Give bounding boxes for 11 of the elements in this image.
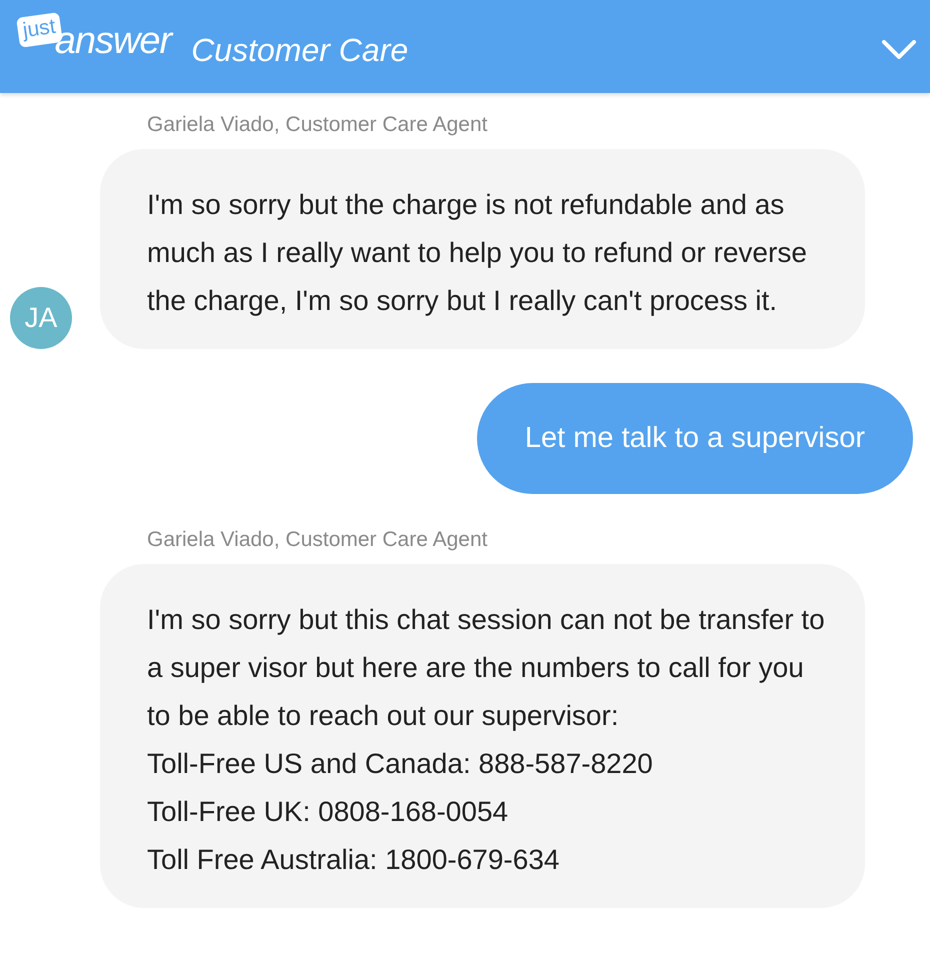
header-title: Customer Care: [191, 32, 408, 69]
collapse-chevron-icon[interactable]: [882, 40, 916, 60]
message-text: Toll-Free US and Canada: 888-587-8220: [147, 747, 654, 781]
message-text: I'm so sorry but this chat session can not be transfer to a super visor but here are the numbers to call for you to be able to reach out our supervisor:: [147, 603, 825, 733]
sender-name: Gariela Viado, Customer Care Agent: [147, 113, 488, 137]
message-text: I'm so sorry but the charge is not refundable and as much as I really want to help you to refund or reverse the charge, I'm so sorry but I really can't process it.: [147, 188, 808, 318]
message-text: Toll Free Australia: 1800-679-634: [147, 843, 560, 877]
sender-name: Gariela Viado, Customer Care Agent: [147, 528, 488, 552]
message-text: Toll-Free UK: 0808-168-0054: [147, 795, 510, 829]
message-text: Let me talk to a supervisor: [524, 422, 865, 455]
agent-avatar: JA: [10, 287, 72, 349]
